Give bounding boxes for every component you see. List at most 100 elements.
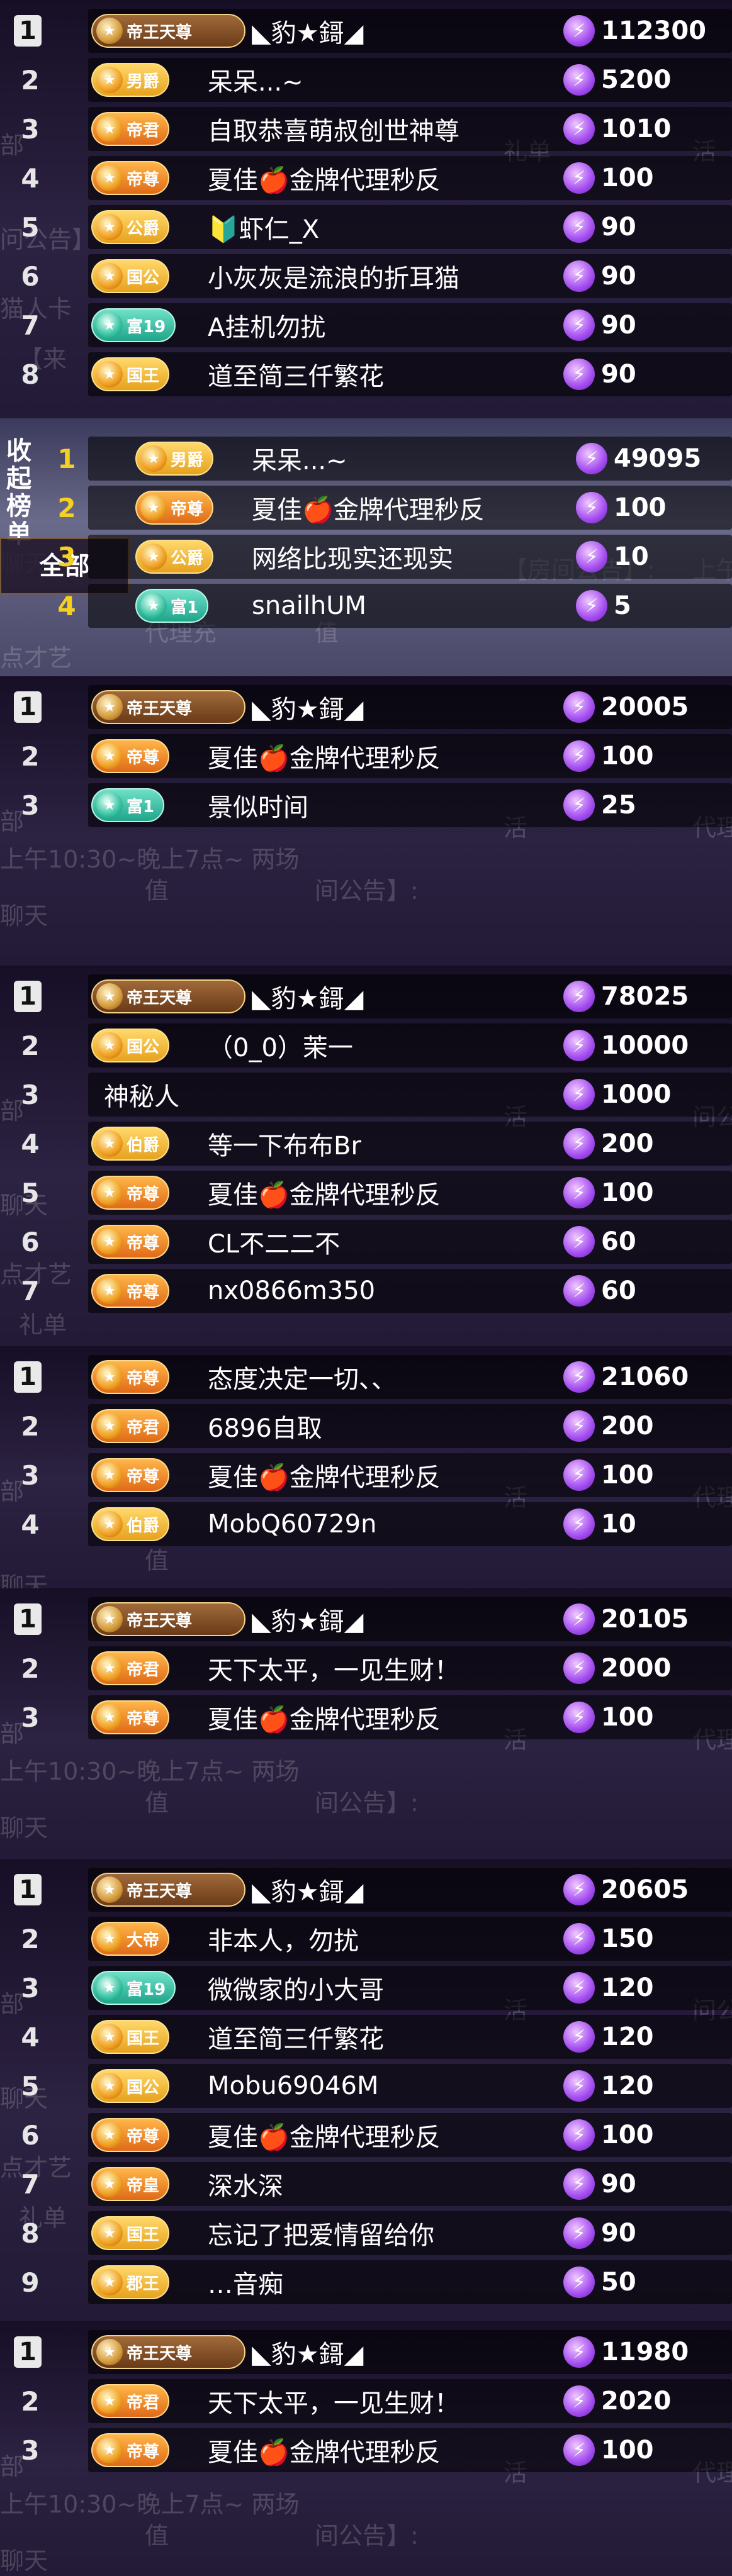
leaderboard-screen: 部聊天点才艺礼单活问公告】1★帝王天尊◣豹★鎶◢⚡206052★大帝非本人，勿扰…: [0, 1859, 732, 2321]
rank-badge: ★ 帝尊: [91, 2433, 170, 2467]
screenshot-collage: 部问公告】 猫人卡 【来 礼单活 1 ★ 帝王天尊 ◣豹★鎶◢ ⚡ 112300 2 ★ 男爵 呆呆...…: [0, 0, 732, 2576]
lightning-bolt-icon: ⚡: [563, 1361, 595, 1393]
user-nickname: 夏佳🍎金牌代理秒反: [208, 166, 441, 195]
leaderboard-row[interactable]: 4 ★ 伯爵 等一下布布Br ⚡ 200: [0, 1119, 732, 1168]
user-nickname: 夏佳🍎金牌代理秒反: [208, 1181, 441, 1210]
rank-badge: ★ 帝尊: [91, 1360, 170, 1394]
score-value: 11980: [601, 2338, 689, 2367]
leaderboard-row[interactable]: 3 ★ 帝尊 夏佳🍎金牌代理秒反 ⚡ 100: [0, 1693, 732, 1742]
user-nickname: 天下太平，一见生财！: [208, 2389, 459, 2418]
user-nickname: 神秘人: [104, 1083, 179, 1112]
leaderboard-row[interactable]: 2 ★ 帝君 天下太平，一见生财！ ⚡ 2000: [0, 1644, 732, 1693]
background-text: 上午10:30~晚上7点~ 两场: [0, 1758, 300, 1785]
user-nickname: 态度决定一切、、: [208, 1365, 397, 1394]
rank-number: 2: [21, 1653, 40, 1684]
leaderboard-row[interactable]: 1 ★ 帝尊 态度决定一切、、 ⚡ 21060: [0, 1352, 732, 1402]
rank-number: 3: [21, 2434, 40, 2466]
leaderboard-row[interactable]: 3 ★ 帝尊 夏佳🍎金牌代理秒反 ⚡ 100: [0, 2426, 732, 2475]
leaderboard-row[interactable]: 5 ★ 帝尊 夏佳🍎金牌代理秒反 ⚡ 100: [0, 1168, 732, 1217]
leaderboard-row[interactable]: 2 ★ 国公 （0_0）茉一 ⚡ 10000: [0, 1021, 732, 1070]
score-value: 10: [614, 542, 649, 571]
rank-badge: ★ 帝王天尊: [91, 1873, 245, 1907]
medal-icon: ★: [96, 2171, 123, 2197]
leaderboard-row[interactable]: 1 ★ 帝王天尊 ◣豹★鎶◢ ⚡ 78025: [0, 972, 732, 1021]
leaderboard-row[interactable]: 3 ★ 公爵 网络比现实还现实 ⚡ 10: [0, 532, 732, 581]
badge-label: 帝王天尊: [127, 988, 193, 1008]
badge-label: 帝尊: [127, 1234, 160, 1253]
contribution-score: ⚡ 100: [563, 2119, 654, 2151]
medal-icon: ★: [96, 1130, 123, 1157]
leaderboard-row[interactable]: 2 ★ 帝君 天下太平，一见生财！ ⚡ 2020: [0, 2377, 732, 2426]
contribution-score: ⚡ 90: [563, 2217, 636, 2249]
user-nickname: ◣豹★鎶◢: [252, 1878, 364, 1907]
rank-number: 1: [14, 1603, 42, 1635]
rank-number: 3: [21, 1459, 40, 1491]
rank-number: 5: [21, 1177, 40, 1208]
leaderboard-row[interactable]: 8 ★ 国王 道至简三仟繁花 ⚡ 90: [0, 350, 732, 399]
user-nickname: 夏佳🍎金牌代理秒反: [252, 496, 485, 525]
rank-number: 3: [21, 789, 40, 821]
leaderboard-row[interactable]: 2 ★ 男爵 呆呆...~ ⚡ 5200: [0, 55, 732, 104]
lightning-bolt-icon: ⚡: [563, 2070, 595, 2102]
user-nickname: ◣豹★鎶◢: [252, 984, 364, 1013]
leaderboard-row[interactable]: 2 ★ 大帝 非本人，勿扰 ⚡ 150: [0, 1914, 732, 1963]
user-nickname: 6896自取: [208, 1414, 322, 1443]
score-value: 90: [601, 2170, 636, 2199]
leaderboard-row[interactable]: 2 ★ 帝君 6896自取 ⚡ 200: [0, 1402, 732, 1451]
leaderboard-row[interactable]: 3 ★ 富1 景似时间 ⚡ 25: [0, 781, 732, 830]
lightning-bolt-icon: ⚡: [563, 113, 595, 145]
leaderboard-row[interactable]: 1 ★ 帝王天尊 ◣豹★鎶◢ ⚡ 112300: [0, 6, 732, 55]
contribution-score: ⚡ 90: [563, 260, 636, 292]
leaderboard-row[interactable]: 3 ★ 帝尊 夏佳🍎金牌代理秒反 ⚡ 100: [0, 1451, 732, 1500]
lightning-bolt-icon: ⚡: [563, 1177, 595, 1208]
leaderboard-row[interactable]: 1 ★ 帝王天尊 ◣豹★鎶◢ ⚡ 20605: [0, 1865, 732, 1914]
medal-icon: ★: [96, 792, 123, 818]
leaderboard-row[interactable]: 6 ★ 国公 小灰灰是流浪的折耳猫 ⚡ 90: [0, 252, 732, 301]
score-value: 100: [601, 1178, 654, 1207]
rank-number: 2: [21, 740, 40, 772]
user-nickname: （0_0）茉一: [208, 1034, 353, 1062]
leaderboard-row[interactable]: 1 ★ 帝王天尊 ◣豹★鎶◢ ⚡ 11980: [0, 2328, 732, 2377]
leaderboard-row[interactable]: 1 ★ 男爵 呆呆...~ ⚡ 49095: [0, 434, 732, 483]
leaderboard-row[interactable]: 7 ★ 富19 A挂机勿扰 ⚡ 90: [0, 301, 732, 350]
medal-icon: ★: [96, 2073, 123, 2099]
score-value: 2000: [601, 1654, 672, 1683]
leaderboard-row[interactable]: 3 ★ 富19 微微家的小大哥 ⚡ 120: [0, 1963, 732, 2012]
leaderboard-row[interactable]: 2 ★ 帝尊 夏佳🍎金牌代理秒反 ⚡ 100: [0, 732, 732, 781]
medal-icon: ★: [96, 1278, 123, 1304]
leaderboard-row[interactable]: 1 ★ 帝王天尊 ◣豹★鎶◢ ⚡ 20005: [0, 683, 732, 732]
rank-badge: ★ 国王: [91, 2216, 170, 2250]
rank-badge: ★ 帝王天尊: [91, 690, 245, 724]
user-nickname: nx0866m350: [208, 1276, 376, 1305]
leaderboard-row[interactable]: 9 ★ 郡王 …音痴 ⚡ 50: [0, 2258, 732, 2307]
medal-icon: ★: [96, 694, 123, 720]
leaderboard-row[interactable]: 7 ★ 帝皇 深水深 ⚡ 90: [0, 2160, 732, 2209]
medal-icon: ★: [96, 2122, 123, 2148]
medal-icon: ★: [140, 494, 167, 521]
leaderboard-row[interactable]: 4 ★ 富1 snailhUM ⚡ 5: [0, 581, 732, 630]
medal-icon: ★: [96, 214, 123, 240]
medal-icon: ★: [96, 983, 123, 1010]
leaderboard-row[interactable]: 3 ★ 帝君 自取恭喜萌叔创世神尊 ⚡ 1010: [0, 104, 732, 153]
lightning-bolt-icon: ⚡: [563, 64, 595, 96]
leaderboard-row[interactable]: 4 ★ 帝尊 夏佳🍎金牌代理秒反 ⚡ 100: [0, 153, 732, 203]
leaderboard-row[interactable]: 2 ★ 帝尊 夏佳🍎金牌代理秒反 ⚡ 100: [0, 483, 732, 532]
background-text: 聊天: [0, 902, 48, 930]
leaderboard-row[interactable]: 6 ★ 帝尊 CL不二二不 ⚡ 60: [0, 1217, 732, 1266]
leaderboard-row[interactable]: 6 ★ 帝尊 夏佳🍎金牌代理秒反 ⚡ 100: [0, 2110, 732, 2160]
leaderboard-row[interactable]: 4 ★ 国王 道至简三仟繁花 ⚡ 120: [0, 2012, 732, 2061]
lightning-bolt-icon: ⚡: [576, 443, 607, 474]
leaderboard-row[interactable]: 8 ★ 国王 忘记了把爱情留给你 ⚡ 90: [0, 2209, 732, 2258]
user-nickname: Mobu69046M: [208, 2071, 379, 2100]
leaderboard-row[interactable]: 4 ★ 伯爵 MobQ60729n ⚡ 10: [0, 1500, 732, 1549]
contribution-score: ⚡ 10: [563, 1508, 636, 1540]
user-nickname: 夏佳🍎金牌代理秒反: [208, 2438, 441, 2467]
score-value: 5: [614, 591, 631, 620]
leaderboard-row[interactable]: 7 ★ 帝尊 nx0866m350 ⚡ 60: [0, 1266, 732, 1315]
leaderboard-row[interactable]: 5 ★ 国公 Mobu69046M ⚡ 120: [0, 2061, 732, 2110]
leaderboard-row[interactable]: 3 神秘人 ⚡ 1000: [0, 1070, 732, 1119]
medal-icon: ★: [96, 1032, 123, 1059]
rank-number: 8: [21, 2217, 40, 2249]
leaderboard-row[interactable]: 5 ★ 公爵 🔰虾仁_X ⚡ 90: [0, 203, 732, 252]
leaderboard-row[interactable]: 1 ★ 帝王天尊 ◣豹★鎶◢ ⚡ 20105: [0, 1595, 732, 1644]
